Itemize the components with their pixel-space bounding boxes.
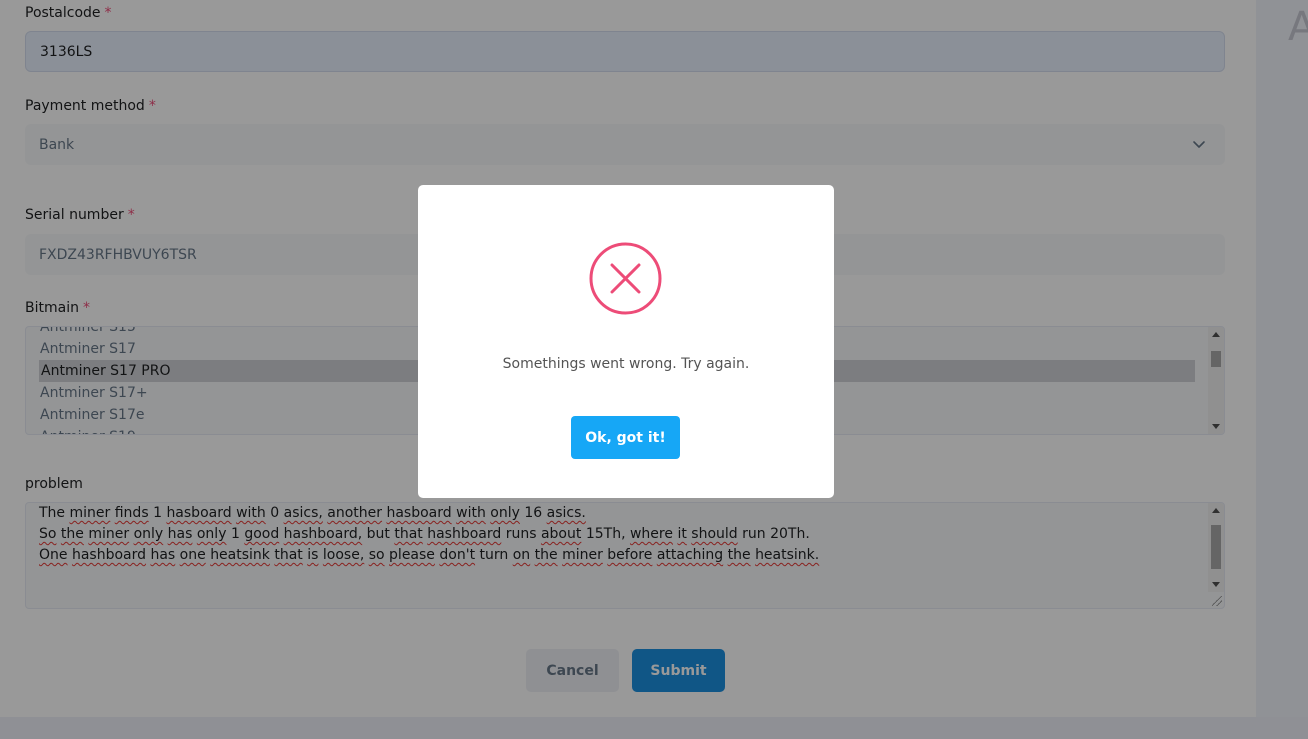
dialog-message: Somethings went wrong. Try again. [502, 356, 750, 372]
ok-button[interactable]: Ok, got it! [571, 416, 680, 459]
error-dialog: Somethings went wrong. Try again. Ok, go… [418, 185, 834, 498]
error-x-icon [589, 242, 662, 315]
